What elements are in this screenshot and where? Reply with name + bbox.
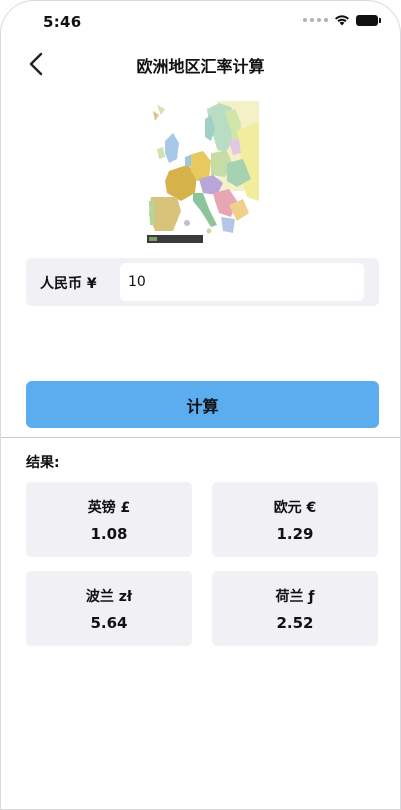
calculate-button[interactable]: 计算 xyxy=(26,381,379,428)
currency-name: 波兰 zł xyxy=(85,589,133,605)
currency-value: 1.29 xyxy=(276,525,314,543)
result-card-pln: 波兰 zł 5.64 xyxy=(26,571,192,646)
status-bar: 5:46 xyxy=(1,1,400,41)
status-icons xyxy=(303,14,381,26)
phone-screen: 5:46 欧洲地区汇率计算 人民币 ¥ 10 计算 结果: 英镑 £ 1.08 … xyxy=(0,0,401,810)
rmb-amount-input[interactable] xyxy=(120,263,364,301)
results-title: 结果: xyxy=(26,455,60,471)
currency-name: 英镑 £ xyxy=(87,500,131,516)
rmb-input-row: 人民币 ¥ xyxy=(26,258,379,306)
page-title: 欧洲地区汇率计算 xyxy=(136,57,265,76)
currency-value: 2.52 xyxy=(276,614,314,632)
battery-icon xyxy=(356,14,381,26)
currency-name: 荷兰 ƒ xyxy=(275,589,315,605)
result-card-gbp: 英镑 £ 1.08 xyxy=(26,482,192,557)
navigation-bar: 欧洲地区汇率计算 xyxy=(1,41,400,87)
rmb-input-label: 人民币 ¥ xyxy=(40,276,97,292)
wifi-icon xyxy=(335,15,349,26)
currency-value: 5.64 xyxy=(90,614,128,632)
currency-name: 欧元 € xyxy=(273,500,317,516)
section-divider xyxy=(1,437,400,438)
result-card-eur: 欧元 € 1.29 xyxy=(212,482,378,557)
currency-value: 1.08 xyxy=(90,525,128,543)
status-time: 5:46 xyxy=(43,13,82,31)
europe-map-image xyxy=(147,101,259,245)
result-card-nlg: 荷兰 ƒ 2.52 xyxy=(212,571,378,646)
cellular-signal-icon xyxy=(303,18,328,22)
